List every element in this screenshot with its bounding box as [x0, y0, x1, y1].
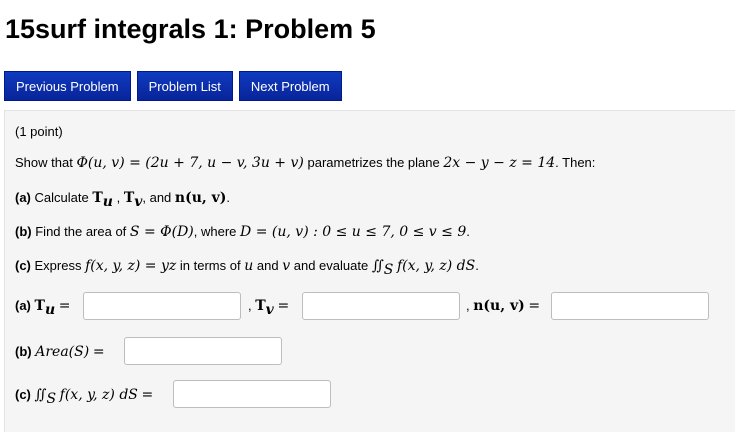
tv-answer-label: , Tv =	[248, 298, 289, 318]
n-answer-input[interactable]	[551, 292, 709, 320]
evaluate-text: and evaluate	[293, 258, 369, 273]
answer-c-part-label: (c)	[15, 387, 31, 402]
period: .	[466, 224, 470, 239]
and-text: and	[256, 258, 279, 273]
previous-problem-button[interactable]: Previous Problem	[4, 71, 131, 101]
equals-sign: =	[141, 387, 154, 403]
page-title: 15surf integrals 1: Problem 5	[5, 14, 376, 44]
problem-navigation: Previous Problem Problem List Next Probl…	[4, 71, 342, 101]
comma: ,	[112, 190, 121, 205]
period: .	[475, 258, 479, 273]
integrand-expression: f(x, y, z) dS	[59, 387, 138, 403]
problem-list-button[interactable]: Problem List	[136, 71, 233, 101]
answer-a-part-label: (a)	[15, 298, 31, 313]
where-text: , where	[193, 224, 237, 239]
answer-b-part-label: (b)	[15, 344, 32, 359]
separator: ,	[248, 298, 252, 313]
part-c-statement: (c) Express f(x, y, z) = yz in terms of …	[15, 258, 479, 278]
equals-sign: =	[277, 298, 290, 314]
var-u: u	[244, 258, 254, 274]
problem-panel: (1 point) Show that Φ(u, v) = (2u + 7, u…	[4, 110, 735, 432]
normal-vector-symbol: n(u, v)	[174, 190, 227, 206]
area-answer-input[interactable]	[124, 337, 282, 365]
separator: ,	[466, 298, 470, 313]
var-v: v	[282, 258, 291, 274]
period: .	[226, 190, 231, 205]
parametrizes-text: parametrizes the plane	[307, 155, 440, 170]
function-expression: f(x, y, z) = yz	[85, 258, 177, 274]
answer-c-label: (c) ∬S f(x, y, z) dS =	[15, 387, 153, 407]
area-expression: Area(S)	[35, 344, 90, 360]
part-b-text: Find the area of	[35, 224, 127, 239]
phi-expression: Φ(u, v) = (2u + 7, u − v, 3u + v)	[76, 155, 304, 171]
part-a-statement: (a) Calculate Tu , Tv, and n(u, v).	[15, 190, 230, 210]
then-text: . Then:	[555, 155, 596, 170]
in-terms-text: in terms of	[179, 258, 241, 273]
tv-answer-input[interactable]	[302, 292, 460, 320]
points-label: (1 point)	[15, 124, 63, 139]
and-text: , and	[142, 190, 172, 205]
integral-answer-input[interactable]	[173, 380, 331, 408]
equals-sign: =	[528, 298, 541, 314]
n-answer-label: , n(u, v) =	[466, 298, 540, 314]
integrand-expression: f(x, y, z) dS	[396, 258, 476, 274]
tu-symbol: Tu	[34, 298, 56, 318]
answer-a-label: (a) Tu =	[15, 298, 70, 318]
double-integral-symbol: ∬S	[34, 387, 57, 407]
normal-vector-symbol: n(u, v)	[473, 298, 525, 314]
part-b-label: (b)	[15, 224, 32, 239]
tu-answer-input[interactable]	[83, 292, 241, 320]
part-a-text: Calculate	[34, 190, 89, 205]
tv-symbol: Tv	[255, 298, 274, 318]
problem-statement: Show that Φ(u, v) = (2u + 7, u − v, 3u +…	[15, 155, 595, 171]
domain-expression: D = (u, v) : 0 ≤ u ≤ 7, 0 ≤ v ≤ 9	[240, 224, 467, 240]
express-text: Express	[34, 258, 82, 273]
part-c-label: (c)	[15, 258, 31, 273]
next-problem-button[interactable]: Next Problem	[238, 71, 342, 101]
answer-b-label: (b) Area(S) =	[15, 344, 105, 360]
tu-symbol: Tu	[92, 190, 113, 210]
equals-sign: =	[58, 298, 71, 314]
show-that-text: Show that	[15, 155, 73, 170]
part-b-statement: (b) Find the area of S = Φ(D), where D =…	[15, 224, 470, 240]
part-a-label: (a)	[15, 190, 31, 205]
tv-symbol: Tv	[123, 190, 143, 210]
surface-expression: S = Φ(D)	[129, 224, 194, 240]
double-integral-symbol: ∬S	[371, 258, 394, 278]
plane-equation: 2x − y − z = 14	[443, 155, 556, 171]
equals-sign: =	[92, 344, 105, 360]
